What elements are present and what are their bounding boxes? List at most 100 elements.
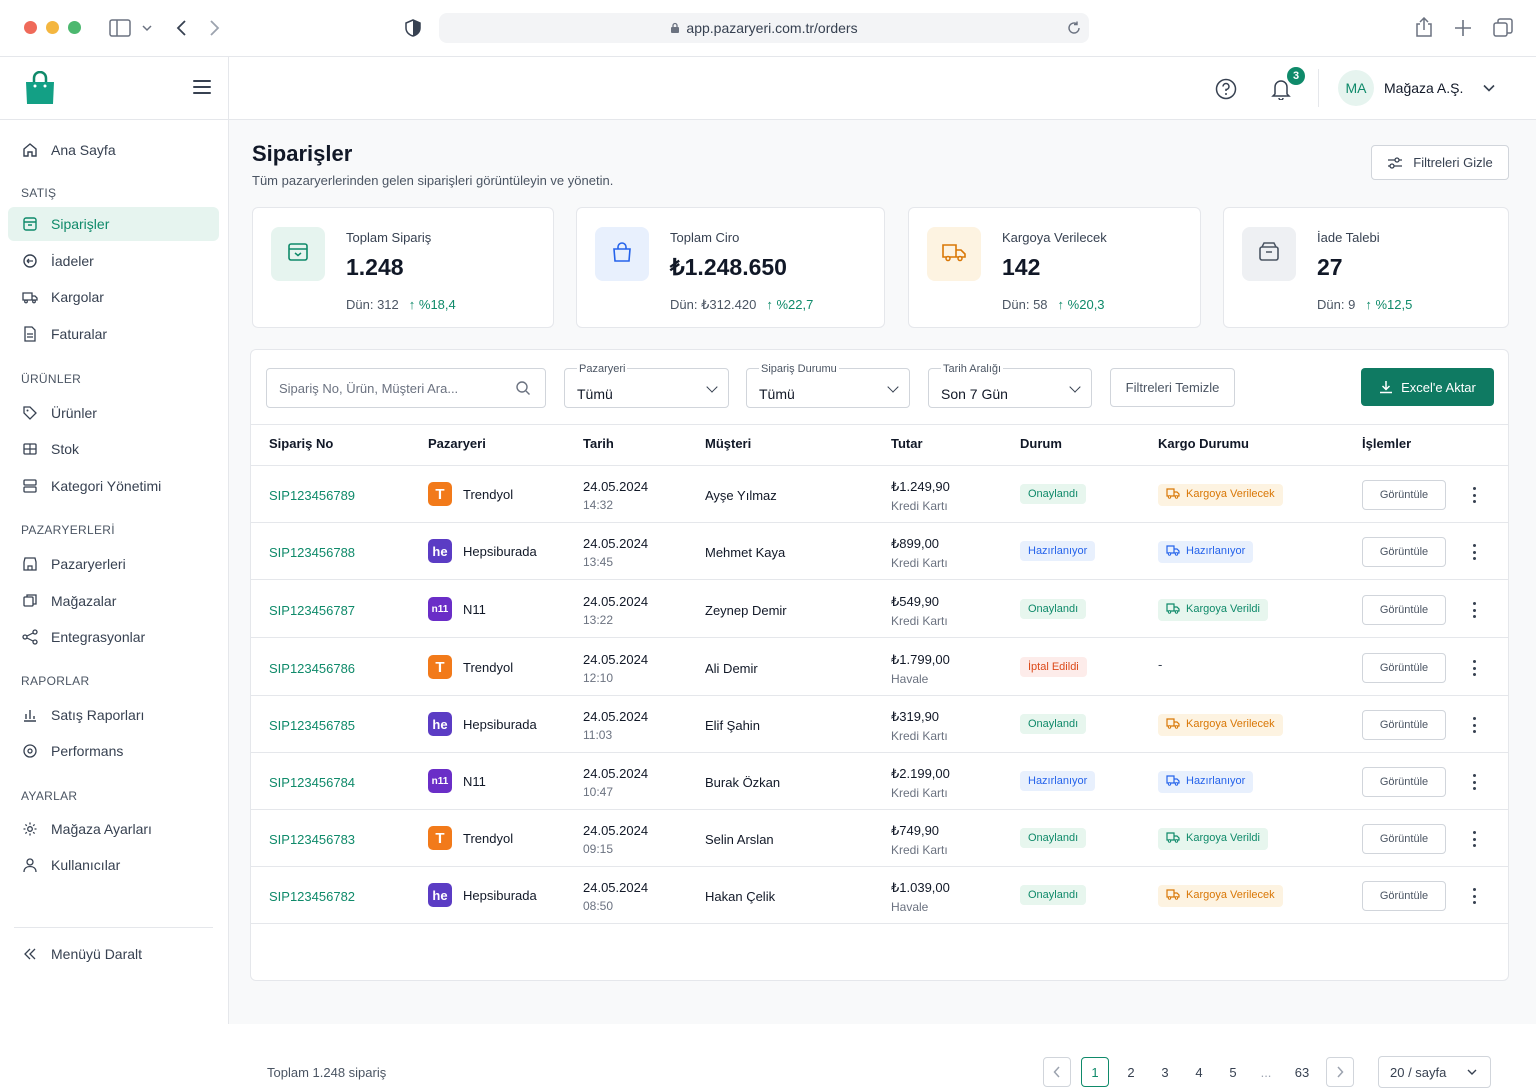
help-icon[interactable] <box>1215 78 1237 105</box>
view-order-button[interactable]: Görüntüle <box>1362 881 1446 911</box>
page-button[interactable]: 5 <box>1219 1057 1247 1087</box>
marketplace-logo: he <box>428 712 452 736</box>
payment-method: Havale <box>891 900 929 914</box>
logo-shopping-bag-icon[interactable] <box>24 70 56 105</box>
more-actions-icon[interactable] <box>1468 660 1480 676</box>
order-id-link[interactable]: SIP123456787 <box>269 603 355 618</box>
share-icon[interactable] <box>1415 16 1433 40</box>
forward-icon[interactable] <box>209 19 221 40</box>
sidebar-item-users[interactable]: Kullanıcılar <box>8 848 219 882</box>
stat-sub: Dün: ₺312.420 ↑ %22,7 <box>670 297 813 313</box>
sidebar-item-orders[interactable]: Siparişler <box>8 207 219 241</box>
per-page-select[interactable]: 20 / sayfa <box>1378 1056 1491 1088</box>
view-order-button[interactable]: Görüntüle <box>1362 595 1446 625</box>
menu-hamburger-icon[interactable] <box>193 80 211 94</box>
column-header[interactable]: Kargo Durumu <box>1158 436 1249 451</box>
maximize-window-button[interactable] <box>68 21 81 34</box>
reload-icon[interactable] <box>1067 21 1081 35</box>
truck-icon <box>1166 488 1180 502</box>
order-id-link[interactable]: SIP123456783 <box>269 832 355 847</box>
view-order-button[interactable]: Görüntüle <box>1362 653 1446 683</box>
search-input[interactable]: Sipariş No, Ürün, Müşteri Ara... <box>266 368 546 408</box>
sidebar-item-stock[interactable]: Stok <box>8 432 219 466</box>
sidebar-item-invoices[interactable]: Faturalar <box>8 317 219 351</box>
view-order-button[interactable]: Görüntüle <box>1362 480 1446 510</box>
more-actions-icon[interactable] <box>1468 717 1480 733</box>
shield-icon[interactable] <box>405 19 421 40</box>
column-header[interactable]: Müşteri <box>705 436 751 451</box>
order-status-select[interactable]: Sipariş Durumu Tümü <box>746 363 910 408</box>
collapse-menu-button[interactable]: Menüyü Daralt <box>8 937 219 971</box>
minimize-window-button[interactable] <box>46 21 59 34</box>
stat-icon-box <box>595 227 649 281</box>
column-header[interactable]: Tarih <box>583 436 614 451</box>
sidebar-item-store-settings[interactable]: Mağaza Ayarları <box>8 812 219 846</box>
next-page-button[interactable] <box>1326 1057 1354 1087</box>
view-order-button[interactable]: Görüntüle <box>1362 824 1446 854</box>
sidebar-item-label: Stok <box>51 441 80 457</box>
column-header[interactable]: Tutar <box>891 436 923 451</box>
column-header[interactable]: Pazaryeri <box>428 436 486 451</box>
more-actions-icon[interactable] <box>1468 602 1480 618</box>
clear-filters-button[interactable]: Filtreleri Temizle <box>1110 368 1235 407</box>
browser-toolbar: app.pazaryeri.com.tr/orders <box>0 0 1536 57</box>
more-actions-icon[interactable] <box>1468 544 1480 560</box>
sidebar-item-returns[interactable]: İadeler <box>8 244 219 278</box>
sidebar-toggle-icon[interactable] <box>109 19 131 40</box>
marketplace-name: N11 <box>463 773 486 789</box>
order-id-link[interactable]: SIP123456786 <box>269 661 355 676</box>
sidebar-item-marketplaces[interactable]: Pazaryerleri <box>8 547 219 581</box>
sidebar-item-integrations[interactable]: Entegrasyonlar <box>8 620 219 654</box>
truck-icon <box>22 289 38 305</box>
sidebar-item-performance[interactable]: Performans <box>8 734 219 768</box>
more-actions-icon[interactable] <box>1468 888 1480 904</box>
sidebar-item-home[interactable]: Ana Sayfa <box>8 133 219 167</box>
order-id-link[interactable]: SIP123456785 <box>269 718 355 733</box>
more-actions-icon[interactable] <box>1468 487 1480 503</box>
page-button[interactable]: 2 <box>1117 1057 1145 1087</box>
more-actions-icon[interactable] <box>1468 774 1480 790</box>
order-date: 24.05.2024 <box>583 594 649 609</box>
marketplace-select[interactable]: Pazaryeri Tümü <box>564 363 729 408</box>
order-id-link[interactable]: SIP123456788 <box>269 545 355 560</box>
sidebar-item-sales-reports[interactable]: Satış Raporları <box>8 698 219 732</box>
hide-filters-button[interactable]: Filtreleri Gizle <box>1371 145 1509 180</box>
sidebar-item-shipments[interactable]: Kargolar <box>8 280 219 314</box>
date-range-select[interactable]: Tarih Aralığı Son 7 Gün <box>928 363 1092 408</box>
avatar[interactable]: MA <box>1338 70 1374 106</box>
order-id-link[interactable]: SIP123456782 <box>269 889 355 904</box>
bell-icon[interactable] <box>1271 78 1291 105</box>
sidebar-item-stores[interactable]: Mağazalar <box>8 584 219 618</box>
truck-icon <box>1166 603 1180 617</box>
order-id-link[interactable]: SIP123456789 <box>269 488 355 503</box>
page-button[interactable]: 3 <box>1151 1057 1179 1087</box>
page-button-current[interactable]: 1 <box>1081 1057 1109 1087</box>
new-tab-icon[interactable] <box>1454 19 1472 40</box>
chevron-down-icon[interactable] <box>142 20 152 39</box>
view-order-button[interactable]: Görüntüle <box>1362 537 1446 567</box>
back-icon[interactable] <box>175 19 187 40</box>
tabs-overview-icon[interactable] <box>1493 18 1513 41</box>
column-header[interactable]: Durum <box>1020 436 1062 451</box>
page-button[interactable]: 63 <box>1288 1057 1316 1087</box>
column-header: İşlemler <box>1362 436 1412 451</box>
export-excel-button[interactable]: Excel'e Aktar <box>1361 368 1494 406</box>
payment-method: Kredi Kartı <box>891 786 948 800</box>
cargo-cell: Hazırlanıyor <box>1158 771 1254 793</box>
chevron-down-icon[interactable] <box>1482 81 1496 100</box>
view-order-button[interactable]: Görüntüle <box>1362 767 1446 797</box>
cargo-cell: - <box>1158 657 1162 672</box>
order-id-link[interactable]: SIP123456784 <box>269 775 355 790</box>
view-order-button[interactable]: Görüntüle <box>1362 710 1446 740</box>
address-bar[interactable]: app.pazaryeri.com.tr/orders <box>439 13 1089 43</box>
more-actions-icon[interactable] <box>1468 831 1480 847</box>
column-header[interactable]: Sipariş No <box>269 436 333 451</box>
page-button[interactable]: 4 <box>1185 1057 1213 1087</box>
box-icon <box>22 216 38 232</box>
sidebar-item-products[interactable]: Ürünler <box>8 396 219 430</box>
prev-page-button[interactable] <box>1043 1057 1071 1087</box>
close-window-button[interactable] <box>24 21 37 34</box>
user-name[interactable]: Mağaza A.Ş. <box>1384 80 1463 96</box>
order-amount: ₺1.039,00 <box>891 880 950 895</box>
sidebar-item-categories[interactable]: Kategori Yönetimi <box>8 469 219 503</box>
